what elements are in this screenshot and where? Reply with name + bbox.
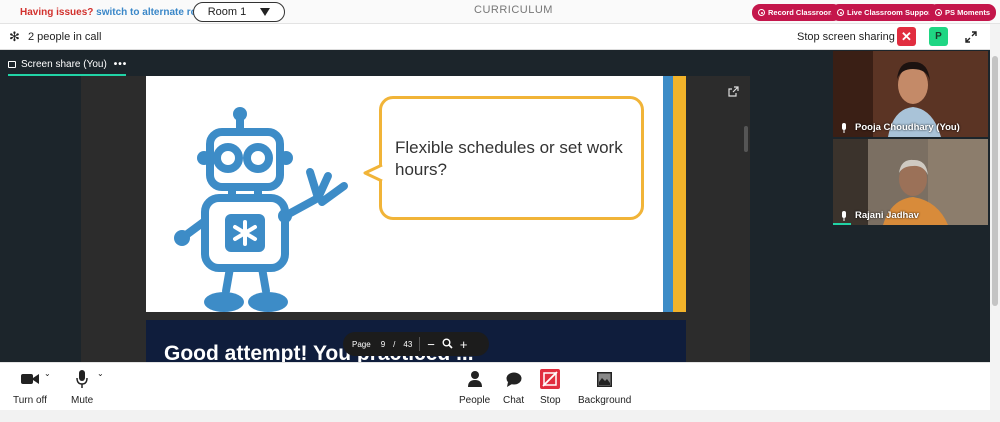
fullscreen-button[interactable] bbox=[962, 28, 979, 45]
microphone-icon bbox=[76, 369, 88, 389]
slide-question: Flexible schedules or set work hours? bbox=[395, 138, 623, 179]
profile-avatar[interactable]: P bbox=[929, 27, 948, 46]
live-support-label: Live Classroom Support bbox=[847, 8, 934, 17]
monitor-icon bbox=[8, 60, 16, 68]
curriculum-title: CURRICULUM bbox=[474, 4, 553, 16]
close-icon: ✕ bbox=[901, 28, 912, 44]
room-label: Room 1 bbox=[207, 6, 247, 18]
participant-tile-remote[interactable]: Rajani Jadhav bbox=[833, 139, 988, 225]
page-total: 43 bbox=[403, 339, 413, 349]
background-button[interactable]: Background bbox=[578, 369, 631, 406]
microphone-icon bbox=[842, 211, 846, 221]
top-strip: Having issues? switch to alternate room … bbox=[0, 0, 1000, 24]
zoom-out-icon[interactable]: − bbox=[427, 338, 435, 351]
app-root: Having issues? switch to alternate room … bbox=[0, 0, 1000, 422]
stop-share-label: Stop bbox=[540, 395, 561, 406]
camera-icon bbox=[20, 369, 39, 389]
ps-moments-label: PS Moments bbox=[945, 8, 991, 17]
people-count: 2 people in call bbox=[28, 31, 102, 43]
microphone-icon bbox=[842, 123, 846, 133]
participant-name: Rajani Jadhav bbox=[855, 210, 919, 221]
screen-share-label: Screen share (You) bbox=[21, 58, 107, 70]
stop-share-button[interactable]: Stop bbox=[540, 369, 561, 406]
bottom-strip bbox=[0, 410, 1000, 422]
zoom-reset-icon[interactable] bbox=[442, 338, 453, 351]
record-classroom-button[interactable]: Record Classroom bbox=[752, 4, 841, 21]
camera-label: Turn off bbox=[13, 395, 47, 406]
background-label: Background bbox=[578, 395, 632, 406]
call-bar: ✻ 2 people in call Stop screen sharing ✕… bbox=[0, 24, 990, 50]
page-label: Page bbox=[352, 339, 371, 349]
camera-button[interactable]: Turn off bbox=[13, 369, 47, 406]
bottom-toolbar: Turn off ⌄ Mute ⌄ People Chat Stop Backg… bbox=[0, 362, 990, 410]
scrollbar-thumb[interactable] bbox=[992, 56, 998, 306]
gear-icon[interactable]: ✻ bbox=[9, 30, 20, 43]
speech-bubble-tail bbox=[363, 163, 383, 183]
more-options-icon[interactable]: ••• bbox=[114, 59, 128, 70]
chevron-down-icon[interactable]: ⌄ bbox=[44, 369, 51, 378]
expand-icon bbox=[964, 30, 977, 43]
robot-illustration bbox=[174, 107, 348, 312]
chat-label: Chat bbox=[503, 395, 525, 406]
background-icon bbox=[597, 369, 613, 389]
room-selector[interactable]: Room 1 bbox=[193, 2, 285, 22]
ps-moments-button[interactable]: PS Moments bbox=[929, 4, 997, 21]
person-icon bbox=[467, 369, 482, 389]
stop-sharing-button[interactable]: ✕ bbox=[897, 27, 916, 46]
chat-icon bbox=[506, 369, 522, 389]
record-classroom-label: Record Classroom bbox=[768, 8, 835, 17]
people-button[interactable]: People bbox=[459, 369, 490, 406]
stop-sharing-label: Stop screen sharing bbox=[797, 31, 895, 43]
participant-name: Pooja Choudhary (You) bbox=[855, 122, 960, 133]
pager-divider bbox=[419, 337, 421, 351]
issue-text: Having issues? bbox=[20, 7, 94, 18]
chevron-down-icon[interactable]: ⌄ bbox=[97, 369, 104, 378]
page-separator: / bbox=[393, 339, 396, 349]
page-controls: Page 9 / 43 − + bbox=[343, 332, 489, 356]
zoom-in-icon[interactable]: + bbox=[460, 338, 468, 351]
live-support-button[interactable]: Live Classroom Support bbox=[831, 4, 940, 21]
speaking-indicator bbox=[833, 223, 851, 225]
support-icon bbox=[837, 9, 844, 16]
page-scrollbar[interactable] bbox=[990, 24, 1000, 410]
open-external-icon[interactable] bbox=[728, 86, 739, 97]
page-current[interactable]: 9 bbox=[381, 340, 385, 349]
issue-notice: Having issues? switch to alternate room bbox=[20, 7, 212, 18]
participant-tile-self[interactable]: Pooja Choudhary (You) bbox=[833, 51, 988, 137]
chat-button[interactable]: Chat bbox=[503, 369, 524, 406]
screen-share-tab[interactable]: Screen share (You) ••• bbox=[8, 56, 127, 72]
stop-share-icon bbox=[540, 369, 561, 389]
moments-icon bbox=[935, 9, 942, 16]
record-icon bbox=[758, 9, 765, 16]
slide-stripe-yellow bbox=[673, 76, 686, 312]
people-label: People bbox=[459, 395, 491, 406]
caret-down-icon bbox=[260, 8, 271, 16]
panel-scrollbar[interactable] bbox=[744, 126, 748, 152]
mic-label: Mute bbox=[71, 395, 94, 406]
mic-button[interactable]: Mute bbox=[71, 369, 93, 406]
slide-stripe-blue bbox=[663, 76, 673, 312]
